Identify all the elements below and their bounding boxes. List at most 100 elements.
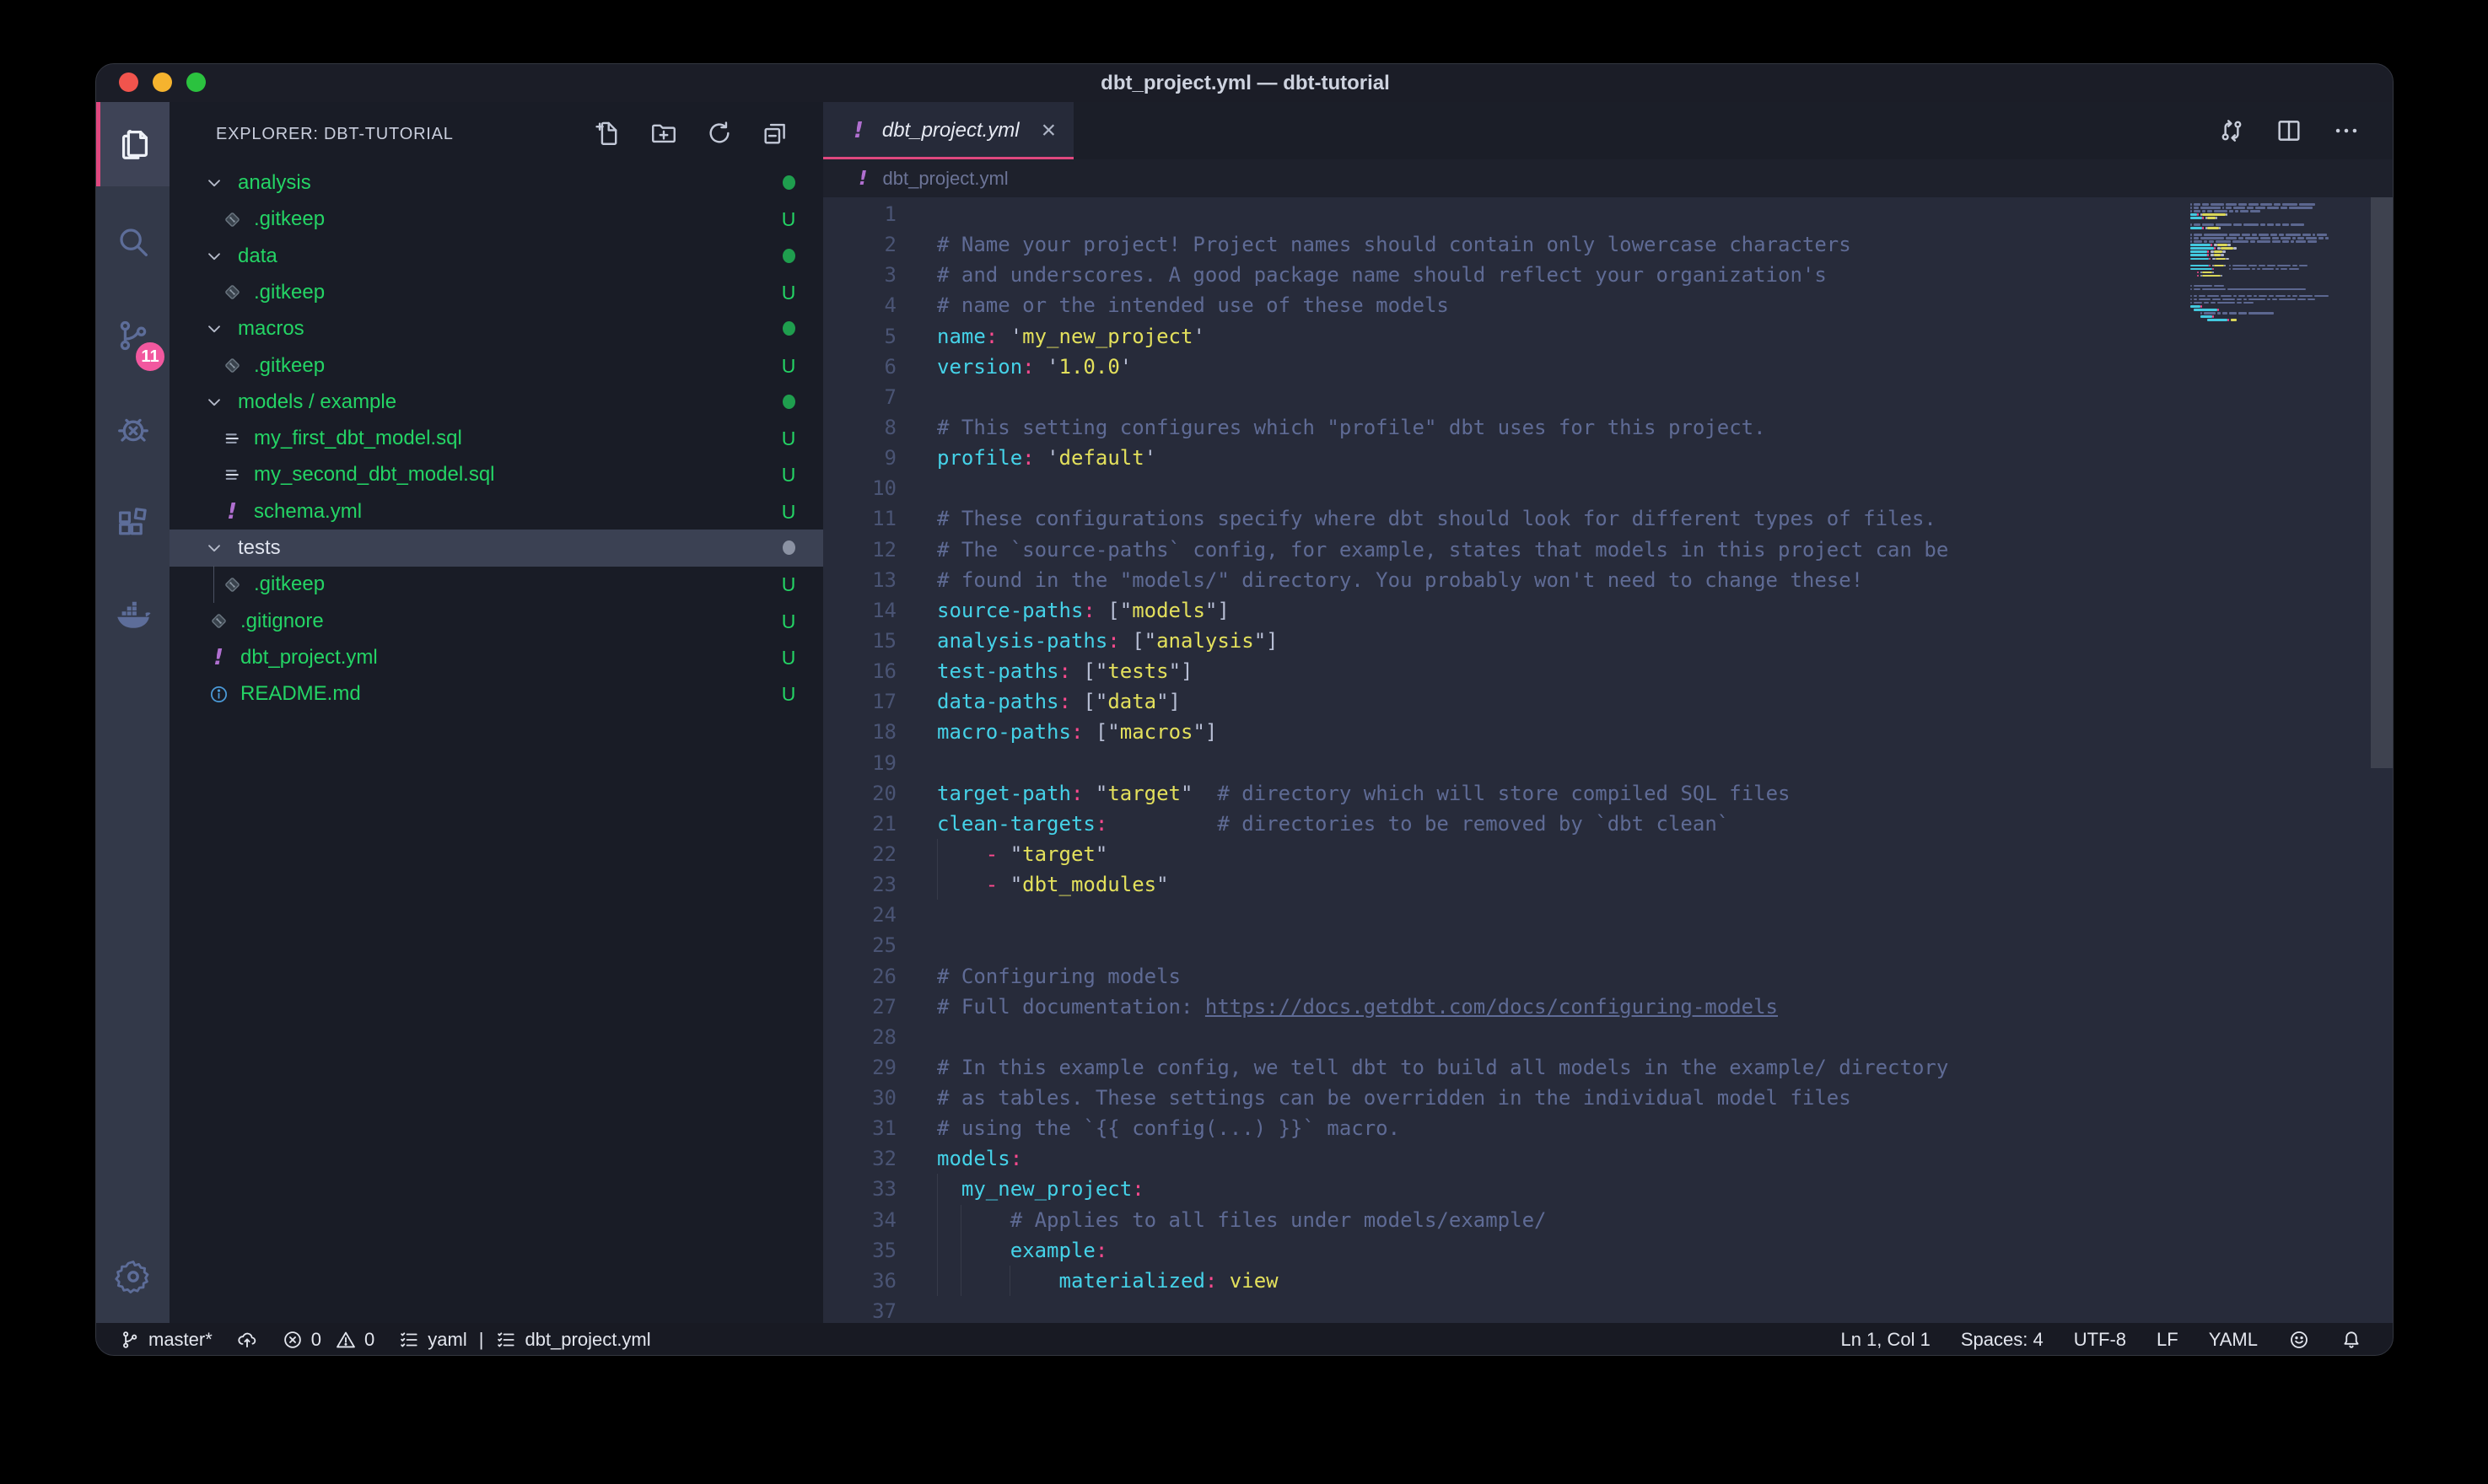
code-line[interactable]: 28 <box>823 1022 2394 1052</box>
refresh-button[interactable] <box>705 119 734 148</box>
collapse-all-button[interactable] <box>761 119 789 148</box>
line-content: name: 'my_new_project' <box>937 321 2394 352</box>
code-line[interactable]: 22 - "target" <box>823 839 2394 869</box>
code-line[interactable]: 23 - "dbt_modules" <box>823 869 2394 900</box>
code-line[interactable]: 30# as tables. These settings can be ove… <box>823 1083 2394 1113</box>
code-line[interactable]: 7 <box>823 382 2394 412</box>
status-active-file[interactable]: dbt_project.yml <box>495 1329 650 1351</box>
tab-dbt-project-yml[interactable]: ! dbt_project.yml × <box>823 102 1074 159</box>
new-folder-button[interactable] <box>649 119 678 148</box>
status-language[interactable]: YAML <box>2209 1329 2258 1351</box>
tree-item-analysis[interactable]: analysis <box>170 164 823 202</box>
chevron-down-icon <box>205 539 227 557</box>
status-notifications[interactable] <box>2340 1329 2362 1351</box>
tree-item-label: models / example <box>238 384 396 421</box>
code-line[interactable]: 36 materialized: view <box>823 1266 2394 1296</box>
code-line[interactable]: 14source-paths: ["models"] <box>823 595 2394 626</box>
status-warnings[interactable]: 0 <box>335 1329 374 1351</box>
code-token: default <box>1059 446 1144 470</box>
code-line[interactable]: 35 example: <box>823 1235 2394 1266</box>
code-line[interactable]: 9profile: 'default' <box>823 443 2394 473</box>
code-line[interactable]: 11 # These configurations specify where d… <box>823 503 2394 534</box>
activity-item-explorer[interactable] <box>96 102 170 186</box>
code-token: view <box>1230 1269 1279 1293</box>
status-branch[interactable]: master* <box>119 1329 213 1351</box>
code-line[interactable]: 3# and underscores. A good package name … <box>823 260 2394 290</box>
tree-item--gitignore[interactable]: .gitignoreU <box>170 603 823 640</box>
tree-item-schema-yml[interactable]: !schema.ymlU <box>170 493 823 530</box>
status-sync[interactable] <box>236 1329 258 1351</box>
code-line[interactable]: 25 <box>823 930 2394 960</box>
code-line[interactable]: 8# This setting configures which "profil… <box>823 412 2394 443</box>
tree-item-my-second-dbt-model-sql[interactable]: my_second_dbt_model.sqlU <box>170 456 823 493</box>
git-icon <box>221 355 243 377</box>
code-token: # directory which will store compiled SQ… <box>1217 782 1790 805</box>
tree-item--gitkeep[interactable]: .gitkeepU <box>170 274 823 311</box>
code-line[interactable]: 32models: <box>823 1143 2394 1174</box>
line-number: 23 <box>823 869 897 900</box>
split-editor-button[interactable] <box>2275 116 2303 149</box>
settings-button[interactable] <box>96 1236 170 1317</box>
status-encoding[interactable]: UTF-8 <box>2074 1329 2126 1351</box>
code-token: " <box>1156 873 1168 896</box>
activity-item-docker[interactable] <box>96 574 170 659</box>
tree-item--gitkeep[interactable]: .gitkeepU <box>170 347 823 384</box>
code-line[interactable]: 24 <box>823 900 2394 930</box>
code-line[interactable]: 5name: 'my_new_project' <box>823 321 2394 352</box>
activity-item-search[interactable] <box>96 200 170 284</box>
code-line[interactable]: 29# In this example config, we tell dbt … <box>823 1052 2394 1083</box>
code-line[interactable]: 10 <box>823 473 2394 503</box>
code-line[interactable]: 18macro-paths: ["macros"] <box>823 717 2394 747</box>
code-line[interactable]: 34 # Applies to all files under models/e… <box>823 1205 2394 1235</box>
code-line[interactable]: 6version: '1.0.0' <box>823 352 2394 382</box>
line-content: # These configurations specify where dbt… <box>937 503 2394 534</box>
tree-item-dbt-project-yml[interactable]: !dbt_project.ymlU <box>170 639 823 676</box>
code-line[interactable]: 12# The `source-paths` config, for examp… <box>823 535 2394 565</box>
status-feedback[interactable] <box>2288 1329 2310 1351</box>
code-line[interactable]: 20target-path: "target" # directory whic… <box>823 778 2394 809</box>
code-line[interactable]: 21clean-targets: # directories to be rem… <box>823 809 2394 839</box>
status-eol[interactable]: LF <box>2157 1329 2178 1351</box>
status-linter-yaml[interactable]: yaml <box>398 1329 466 1351</box>
code-line[interactable]: 2# Name your project! Project names shou… <box>823 229 2394 260</box>
code-line[interactable]: 27# Full documentation: https://docs.get… <box>823 992 2394 1022</box>
code-line[interactable]: 16test-paths: ["tests"] <box>823 656 2394 686</box>
code-token: : <box>1096 1239 1107 1262</box>
activity-item-debug[interactable] <box>96 387 170 471</box>
close-tab-icon[interactable]: × <box>1042 118 1057 143</box>
tree-indent-guide <box>213 566 214 603</box>
code-line[interactable]: 33 my_new_project: <box>823 1174 2394 1204</box>
code-line[interactable]: 13# found in the "models/" directory. Yo… <box>823 565 2394 595</box>
line-number: 11 <box>823 503 897 534</box>
code-token <box>937 1269 1059 1293</box>
tree-item-tests[interactable]: tests <box>170 530 823 567</box>
code-editor[interactable]: 12# Name your project! Project names sho… <box>823 197 2394 1323</box>
tree-item-readme-md[interactable]: README.mdU <box>170 675 823 712</box>
code-line[interactable]: 37 <box>823 1296 2394 1323</box>
code-line[interactable]: 19 <box>823 748 2394 778</box>
code-line[interactable]: 4# name or the intended use of these mod… <box>823 290 2394 320</box>
line-content: models: <box>937 1143 2394 1174</box>
tree-item--gitkeep[interactable]: .gitkeepU <box>170 566 823 603</box>
code-token: models <box>1132 599 1205 622</box>
code-line[interactable]: 31# using the `{{ config(...) }}` macro. <box>823 1113 2394 1143</box>
code-line[interactable]: 15analysis-paths: ["analysis"] <box>823 626 2394 656</box>
code-line[interactable]: 26# Configuring models <box>823 961 2394 992</box>
tree-item-macros[interactable]: macros <box>170 310 823 347</box>
tree-item-data[interactable]: data <box>170 238 823 275</box>
status-errors[interactable]: 0 <box>282 1329 321 1351</box>
tree-item-label: .gitignore <box>240 603 324 640</box>
new-file-button[interactable] <box>594 119 622 148</box>
tree-item-my-first-dbt-model-sql[interactable]: my_first_dbt_model.sqlU <box>170 420 823 457</box>
tree-item-models-example[interactable]: models / example <box>170 384 823 421</box>
sql-file-icon <box>221 427 243 449</box>
tree-item--gitkeep[interactable]: .gitkeepU <box>170 201 823 238</box>
activity-item-extensions[interactable] <box>96 481 170 566</box>
breadcrumb[interactable]: ! dbt_project.yml <box>823 159 2394 197</box>
status-indentation[interactable]: Spaces: 4 <box>1961 1329 2044 1351</box>
code-line[interactable]: 1 <box>823 199 2394 229</box>
compare-changes-button[interactable] <box>2217 116 2246 149</box>
status-cursor-position[interactable]: Ln 1, Col 1 <box>1840 1329 1930 1351</box>
code-line[interactable]: 17data-paths: ["data"] <box>823 686 2394 717</box>
more-actions-button[interactable] <box>2332 116 2361 149</box>
